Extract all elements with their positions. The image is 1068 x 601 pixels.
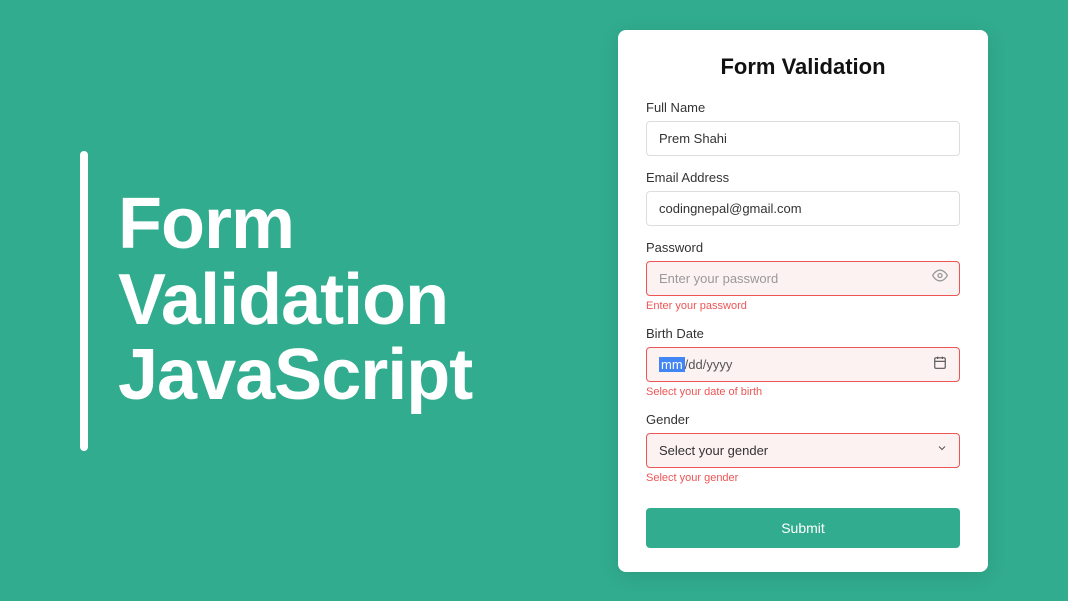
password-group: Password Enter your password — [646, 240, 960, 312]
password-label: Password — [646, 240, 960, 255]
gender-select[interactable]: Select your gender — [646, 433, 960, 468]
email-label: Email Address — [646, 170, 960, 185]
hero-text: Form Validation JavaScript — [118, 187, 472, 414]
gender-label: Gender — [646, 412, 960, 427]
vertical-bar — [80, 151, 88, 451]
eye-icon[interactable] — [932, 268, 948, 289]
fullname-input[interactable] — [646, 121, 960, 156]
password-error: Enter your password — [646, 300, 960, 312]
date-mm-segment: mm — [659, 357, 685, 372]
hero-line-1: Form — [118, 187, 472, 263]
calendar-icon[interactable] — [933, 356, 947, 373]
form-card: Form Validation Full Name Email Address … — [618, 30, 988, 572]
password-input[interactable] — [646, 261, 960, 296]
birthdate-label: Birth Date — [646, 326, 960, 341]
birthdate-error: Select your date of birth — [646, 386, 960, 398]
fullname-label: Full Name — [646, 100, 960, 115]
gender-error: Select your gender — [646, 472, 960, 484]
hero-section: Form Validation JavaScript — [80, 151, 618, 451]
birthdate-group: Birth Date mm/dd/yyyy Select your date o… — [646, 326, 960, 398]
form-title: Form Validation — [646, 54, 960, 80]
birthdate-input[interactable]: mm/dd/yyyy — [646, 347, 960, 382]
email-input[interactable] — [646, 191, 960, 226]
gender-group: Gender Select your gender Select your ge… — [646, 412, 960, 484]
submit-button[interactable]: Submit — [646, 508, 960, 548]
hero-line-3: JavaScript — [118, 338, 472, 414]
hero-line-2: Validation — [118, 263, 472, 339]
email-group: Email Address — [646, 170, 960, 226]
fullname-group: Full Name — [646, 100, 960, 156]
date-rest-segment: /dd/yyyy — [685, 357, 733, 372]
